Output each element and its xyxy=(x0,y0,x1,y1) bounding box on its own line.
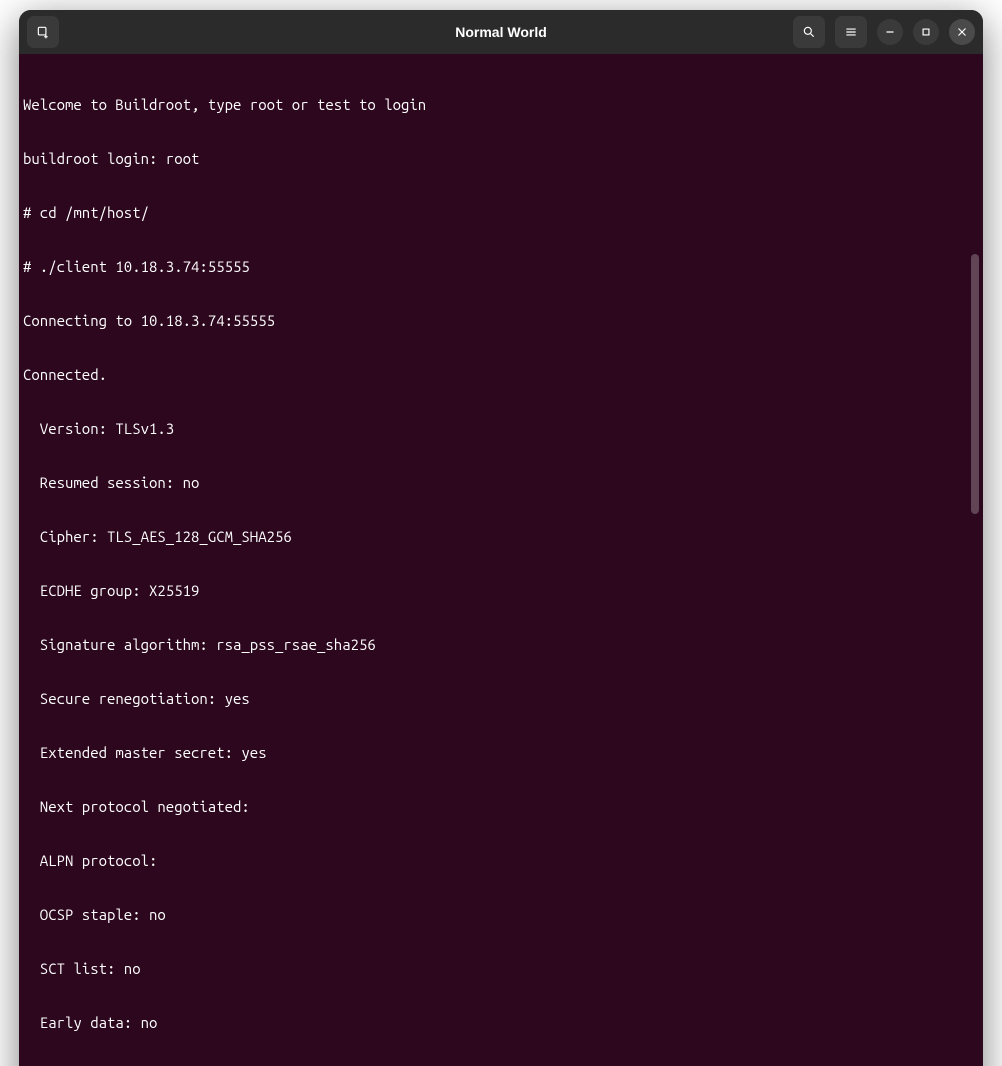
hamburger-menu-button[interactable] xyxy=(835,16,867,48)
terminal-line: ALPN protocol: xyxy=(23,852,979,870)
terminal-line: OCSP staple: no xyxy=(23,906,979,924)
terminal-line: # ./client 10.18.3.74:55555 xyxy=(23,258,979,276)
terminal-window: Normal World Welcome to Buildroot, type … xyxy=(19,10,983,1066)
search-button[interactable] xyxy=(793,16,825,48)
minimize-button[interactable] xyxy=(877,19,903,45)
terminal-line: Connected. xyxy=(23,366,979,384)
terminal-line: ECDHE group: X25519 xyxy=(23,582,979,600)
scrollbar[interactable] xyxy=(971,254,979,514)
terminal-line: # cd /mnt/host/ xyxy=(23,204,979,222)
terminal-content[interactable]: Welcome to Buildroot, type root or test … xyxy=(19,54,983,1066)
terminal-line: Connecting to 10.18.3.74:55555 xyxy=(23,312,979,330)
titlebar-right xyxy=(793,16,975,48)
terminal-line: Resumed session: no xyxy=(23,474,979,492)
terminal-line: Signature algorithm: rsa_pss_rsae_sha256 xyxy=(23,636,979,654)
close-button[interactable] xyxy=(949,19,975,45)
terminal-line: Cipher: TLS_AES_128_GCM_SHA256 xyxy=(23,528,979,546)
terminal-line: Early data: no xyxy=(23,1014,979,1032)
terminal-line: Extended master secret: yes xyxy=(23,744,979,762)
terminal-line: Welcome to Buildroot, type root or test … xyxy=(23,96,979,114)
terminal-line: Version: TLSv1.3 xyxy=(23,420,979,438)
terminal-line: buildroot login: root xyxy=(23,150,979,168)
titlebar: Normal World xyxy=(19,10,983,54)
maximize-button[interactable] xyxy=(913,19,939,45)
titlebar-left xyxy=(27,16,59,48)
new-tab-button[interactable] xyxy=(27,16,59,48)
terminal-line: SCT list: no xyxy=(23,960,979,978)
terminal-line: Next protocol negotiated: xyxy=(23,798,979,816)
terminal-line: Secure renegotiation: yes xyxy=(23,690,979,708)
window-title: Normal World xyxy=(455,24,547,40)
